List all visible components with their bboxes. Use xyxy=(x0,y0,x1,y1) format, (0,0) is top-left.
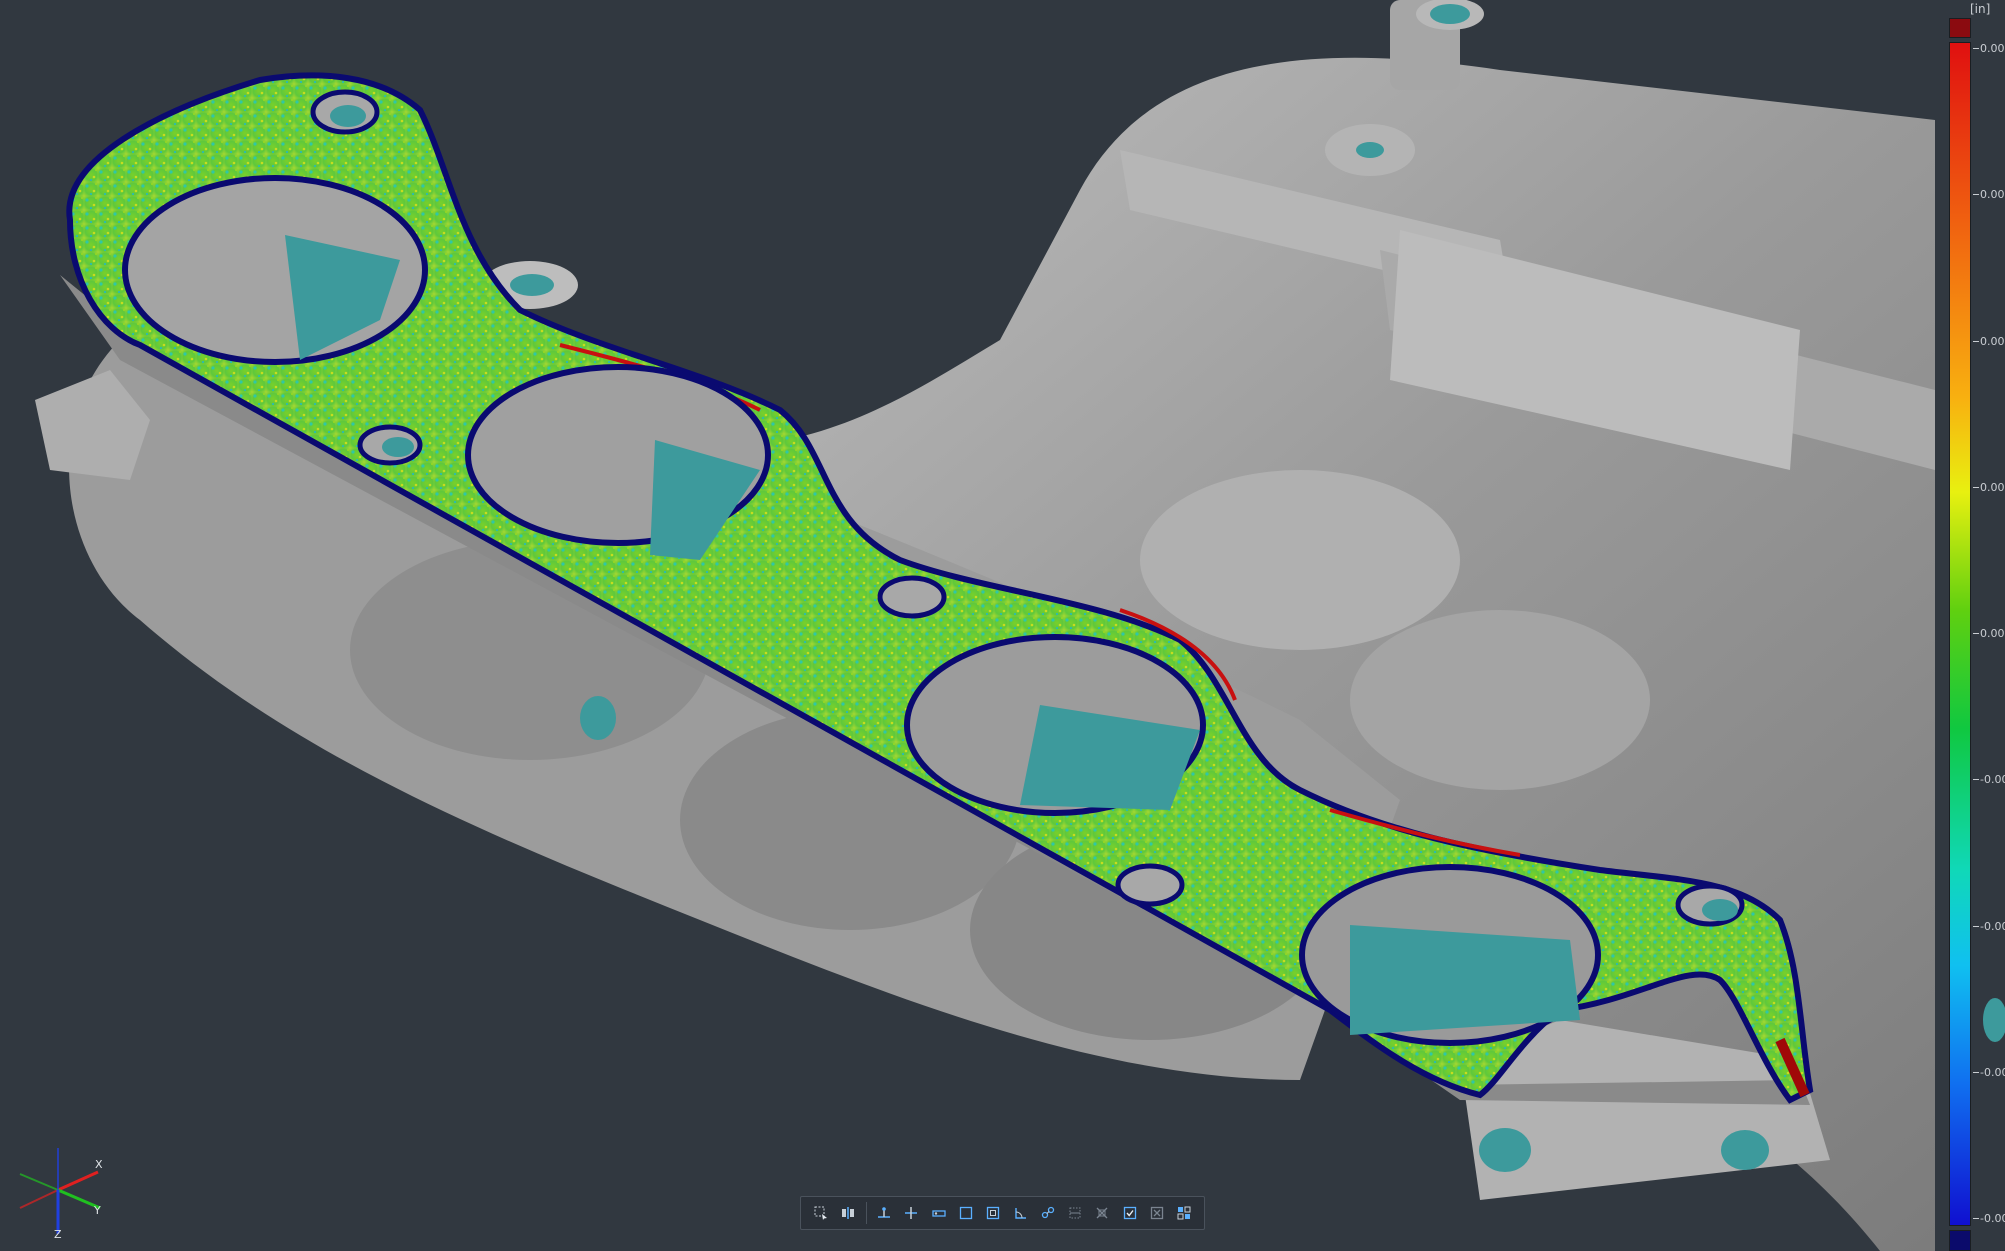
legend-tick-mark xyxy=(1973,1218,1979,1219)
layout-grid-icon[interactable] xyxy=(1173,1201,1196,1225)
legend-tick-mark xyxy=(1973,194,1979,196)
compare-split-icon[interactable] xyxy=(836,1201,859,1225)
part-model-render[interactable] xyxy=(0,0,2005,1251)
x-axis-label: X xyxy=(95,1158,103,1171)
color-scale-legend: [in] 0.003 0.002 0.002 0.001 0.000 -0.001 -0.0… xyxy=(1930,0,2005,1251)
toolbar-separator xyxy=(865,1202,867,1224)
select-region-icon[interactable] xyxy=(809,1201,832,1225)
bounding-box-icon[interactable] xyxy=(1064,1201,1087,1225)
legend-tick-label: 0.003 xyxy=(1980,42,2005,55)
fit-view-icon[interactable] xyxy=(982,1201,1005,1225)
y-axis-label: Y xyxy=(93,1204,101,1217)
distance-measure-icon[interactable] xyxy=(1036,1201,1059,1225)
deviation-label-icon[interactable] xyxy=(927,1201,950,1225)
legend-tick-mark xyxy=(1973,633,1979,634)
legend-tick-label: -0.001 xyxy=(1980,773,2005,787)
legend-tick-label: -0.002 xyxy=(1980,919,2005,933)
legend-unit-label: [in] xyxy=(1970,2,1991,16)
expand-icon[interactable] xyxy=(1091,1201,1114,1225)
legend-tick-label: 0.002 xyxy=(1980,188,2005,202)
bolt-hole xyxy=(877,575,947,619)
view-toolbar xyxy=(800,1196,1205,1230)
legend-tick-mark xyxy=(1973,340,1979,342)
cross-section-icon[interactable] xyxy=(900,1201,923,1225)
legend-tick-label: -0.003 xyxy=(1980,1212,2005,1225)
legend-tick-mark xyxy=(1973,1071,1979,1073)
legend-tick-mark xyxy=(1973,486,1979,488)
frame-view-icon[interactable] xyxy=(954,1201,977,1225)
check-report-icon[interactable] xyxy=(1118,1201,1141,1225)
legend-tick-mark xyxy=(1973,48,1979,49)
x-axis-line xyxy=(57,1170,99,1192)
legend-tick-label: 0.002 xyxy=(1980,334,2005,348)
legend-tick-label: -0.002 xyxy=(1980,1065,2005,1079)
legend-tick-label: 0.001 xyxy=(1980,480,2005,494)
legend-tick-mark xyxy=(1973,779,1979,781)
legend-under-tolerance-swatch xyxy=(1949,1230,1971,1251)
angle-measure-icon[interactable] xyxy=(1009,1201,1032,1225)
legend-over-tolerance-swatch xyxy=(1949,18,1971,38)
z-axis-label: Z xyxy=(54,1228,62,1240)
legend-gradient-bar xyxy=(1949,42,1971,1226)
axis-triad[interactable]: X Y Z xyxy=(10,1140,110,1240)
legend-tick-label: 0.000 xyxy=(1980,627,2005,640)
3d-viewport[interactable]: [in] 0.003 0.002 0.002 0.001 0.000 -0.001 -0.0… xyxy=(0,0,2005,1251)
delete-selection-icon[interactable] xyxy=(1145,1201,1168,1225)
annotation-point-icon[interactable] xyxy=(873,1201,896,1225)
bolt-hole xyxy=(1115,863,1185,907)
legend-tick-mark xyxy=(1973,925,1979,927)
